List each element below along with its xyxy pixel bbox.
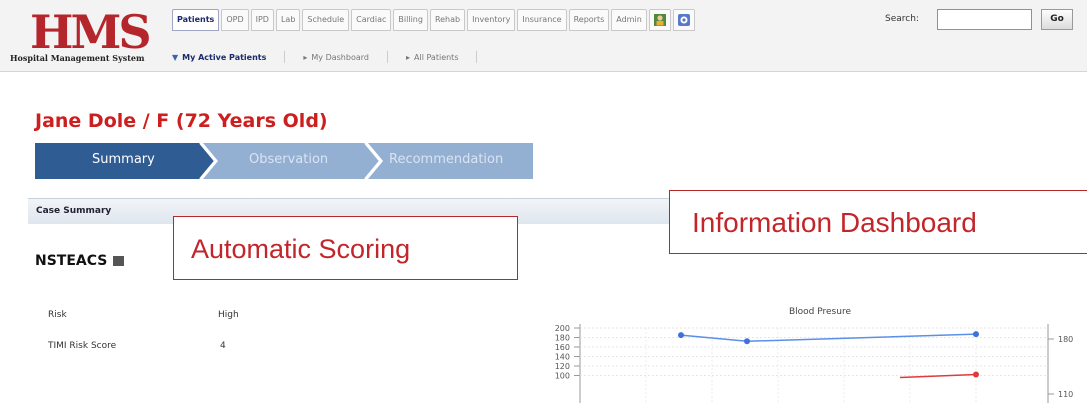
subnav-my-dashboard[interactable]: ▸ My Dashboard (303, 53, 369, 62)
divider (476, 51, 478, 63)
subnav-all-patients[interactable]: ▸ All Patients (406, 53, 459, 62)
tab-patients[interactable]: Patients (172, 9, 220, 31)
person-icon[interactable] (648, 9, 671, 31)
tab-insurance[interactable]: Insurance (517, 9, 567, 31)
subnav-my-active-patients[interactable]: ▼ My Active Patients (172, 53, 266, 62)
y-axis: 200180160140120100 (555, 324, 581, 403)
y-tick-label: 180 (555, 334, 570, 343)
timi-label: TIMI Risk Score (48, 341, 117, 351)
header: HMS Hospital Management System Patients … (0, 0, 1087, 72)
score-title: NSTEACS (35, 253, 125, 269)
subnav-label: My Active Patients (182, 52, 267, 62)
tab-rehab[interactable]: Rehab (429, 9, 466, 31)
triangle-down-icon: ▼ (172, 52, 179, 62)
tab-lab[interactable]: Lab (275, 9, 301, 31)
tab-billing[interactable]: Billing (393, 9, 428, 31)
sub-navigation: ▼ My Active Patients ▸ My Dashboard ▸ Al… (172, 46, 478, 68)
search-label: Search: (885, 14, 919, 24)
tab-opd[interactable]: OPD (221, 9, 249, 31)
y-tick-label: 140 (555, 353, 570, 362)
tab-ipd[interactable]: IPD (250, 9, 274, 31)
logo-caption: Hospital Management System (10, 53, 145, 63)
step-recommendation[interactable]: Recommendation (389, 152, 503, 167)
series-layer (678, 331, 979, 379)
app-window: HMS Hospital Management System Patients … (0, 0, 1087, 403)
triangle-right-icon: ▸ (303, 52, 308, 62)
case-summary-label: Case Summary (36, 206, 112, 216)
divider (386, 51, 388, 63)
callout-information-dashboard: Information Dashboard (669, 190, 1087, 254)
blood-pressure-chart: Blood Presure 200180160140120100 180110 (555, 307, 1073, 403)
series-point (678, 332, 684, 339)
timi-value: 4 (220, 341, 226, 351)
series-point (973, 331, 979, 338)
go-button[interactable]: Go (1041, 9, 1073, 30)
logo-text: HMS (30, 8, 149, 52)
callout-automatic-scoring: Automatic Scoring (173, 216, 518, 280)
red-series-point (973, 371, 979, 378)
top-tab-bar: Patients OPD IPD Lab Schedule Cardiac Bi… (172, 9, 695, 31)
chart-title: Blood Presure (789, 307, 851, 317)
tab-reports[interactable]: Reports (568, 9, 610, 31)
step-observation[interactable]: Observation (249, 152, 328, 167)
y-tick-label: 160 (555, 343, 570, 352)
right-axis: 180 110 (1047, 324, 1073, 403)
y-tick-label: 100 (555, 372, 570, 381)
subnav-label: My Dashboard (311, 52, 369, 62)
tab-inventory[interactable]: Inventory (467, 9, 516, 31)
help-icon[interactable] (672, 9, 695, 31)
series-point (744, 338, 750, 345)
logo: HMS Hospital Management System (10, 6, 160, 63)
hms-logo-icon: HMS (30, 8, 150, 52)
tab-cardiac[interactable]: Cardiac (351, 9, 392, 31)
tab-schedule[interactable]: Schedule (302, 9, 350, 31)
y-tick-label: 200 (555, 324, 570, 333)
score-name: NSTEACS (35, 253, 108, 269)
y-tick-label: 120 (555, 362, 570, 371)
search-input[interactable] (937, 9, 1032, 30)
risk-label: Risk (48, 310, 67, 320)
subnav-label: All Patients (414, 52, 459, 62)
list-icon[interactable] (113, 256, 125, 266)
right-tick-label: 110 (1058, 390, 1073, 399)
divider (284, 51, 286, 63)
right-tick-label: 180 (1058, 335, 1073, 344)
risk-value: High (218, 310, 239, 320)
triangle-right-icon: ▸ (405, 52, 410, 62)
tab-admin[interactable]: Admin (611, 9, 647, 31)
step-summary[interactable]: Summary (92, 152, 155, 167)
patient-title: Jane Dole / F (72 Years Old) (35, 110, 328, 132)
